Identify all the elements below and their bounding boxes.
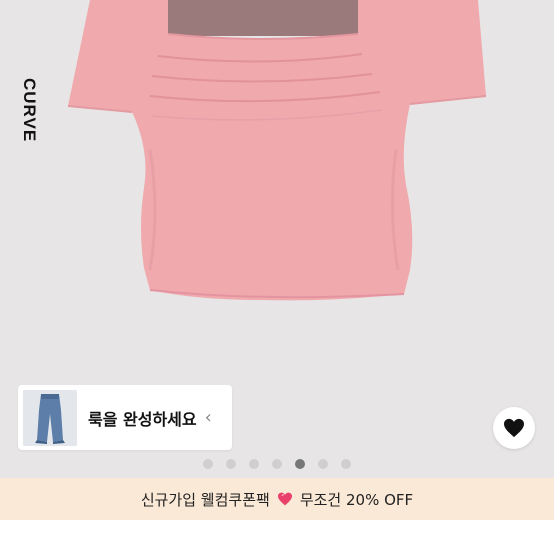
chevron-left-icon[interactable]: ‹ bbox=[205, 407, 212, 428]
complete-the-look-label: 룩을 완성하세요 bbox=[88, 409, 197, 429]
brand-side-label: CURVE bbox=[20, 78, 39, 143]
image-carousel-pager bbox=[0, 459, 554, 471]
promo-left-text: 신규가입 웰컴쿠폰팩 bbox=[140, 490, 270, 509]
pager-dot[interactable] bbox=[272, 459, 282, 469]
pager-dot[interactable] bbox=[318, 459, 328, 469]
pager-dot[interactable] bbox=[341, 459, 351, 469]
promo-right-text: 무조건 20% OFF bbox=[299, 490, 414, 509]
jeans-thumbnail bbox=[23, 389, 77, 446]
pager-dot[interactable] bbox=[226, 459, 236, 469]
pager-dot[interactable] bbox=[203, 459, 213, 469]
heart-gem-icon bbox=[277, 492, 292, 506]
complete-the-look-card[interactable]: 룩을 완성하세요 ‹ bbox=[18, 385, 232, 450]
product-hero-image-area[interactable]: CURVE 룩을 완성하세요 ‹ bbox=[0, 0, 554, 478]
welcome-coupon-banner[interactable]: 신규가입 웰컴쿠폰팩 무조건 20% OFF bbox=[0, 478, 554, 520]
wishlist-button[interactable] bbox=[493, 407, 535, 449]
heart-icon bbox=[504, 418, 524, 438]
bottom-content-strip bbox=[0, 520, 554, 554]
pager-dot-active[interactable] bbox=[295, 459, 305, 469]
pager-dot[interactable] bbox=[249, 459, 259, 469]
